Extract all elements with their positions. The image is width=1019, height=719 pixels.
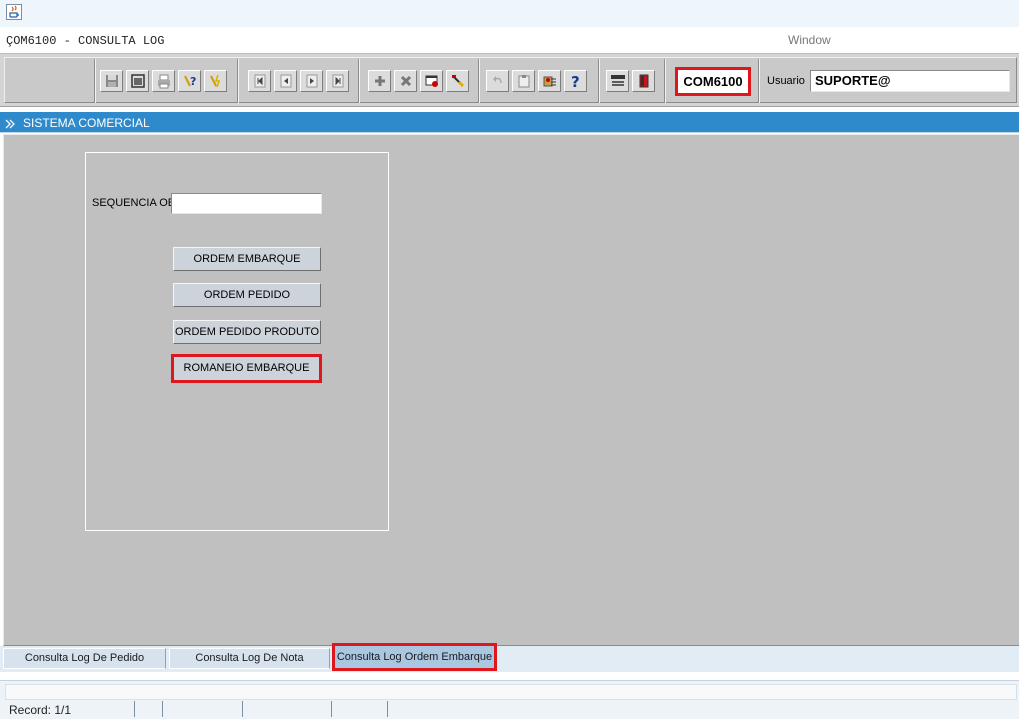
next-record-icon <box>306 74 317 88</box>
toolbar-separator <box>664 59 666 103</box>
toolbar-separator <box>598 59 600 103</box>
edit-record-icon <box>425 75 438 87</box>
previous-record-icon <box>280 74 291 88</box>
message-line <box>5 684 1017 700</box>
ordem-embarque-button[interactable]: ORDEM EMBARQUE <box>173 247 321 271</box>
delete-record-icon <box>400 75 411 87</box>
usuario-field[interactable]: SUPORTE@ <box>810 70 1010 92</box>
list-values-icon <box>543 76 556 87</box>
svg-text:?: ? <box>190 75 196 88</box>
menu-icon <box>610 75 625 86</box>
list-values-button[interactable] <box>538 70 561 92</box>
toolbar-separator <box>758 59 760 103</box>
previous-record-button[interactable] <box>274 70 297 92</box>
toolbar-separator <box>237 59 239 103</box>
tab-consulta-log-pedido[interactable]: Consulta Log De Pedido <box>3 648 166 669</box>
romaneio-embarque-button[interactable]: ROMANEIO EMBARQUE <box>171 354 322 383</box>
tab-consulta-log-ordem-embarque[interactable]: Consulta Log Ordem Embarque <box>332 643 497 671</box>
last-record-button[interactable] <box>326 70 349 92</box>
status-divider <box>134 701 135 717</box>
menu-button[interactable] <box>606 70 629 92</box>
ordem-pedido-produto-button[interactable]: ORDEM PEDIDO PRODUTO <box>173 320 321 344</box>
exit-icon <box>639 74 648 88</box>
title-bar <box>0 0 1019 27</box>
execute-query-icon <box>209 74 220 88</box>
save-button[interactable] <box>100 70 123 92</box>
first-record-button[interactable] <box>248 70 271 92</box>
form-code-field: COM6100 <box>675 67 751 96</box>
form-title: ÇOM6100 - CONSULTA LOG <box>6 34 165 48</box>
insert-record-button[interactable] <box>368 70 391 92</box>
section-header <box>0 112 1019 133</box>
save-icon <box>105 75 118 87</box>
execute-query-button[interactable] <box>204 70 227 92</box>
next-record-button[interactable] <box>300 70 323 92</box>
usuario-label: Usuario <box>767 75 805 87</box>
ordem-pedido-button[interactable]: ORDEM PEDIDO <box>173 283 321 307</box>
help-icon: ? <box>571 73 580 89</box>
toolbar-separator <box>94 59 96 103</box>
last-record-icon <box>332 74 343 88</box>
delete-record-button[interactable] <box>394 70 417 92</box>
clear-record-button[interactable] <box>446 70 469 92</box>
clipboard-button[interactable] <box>512 70 535 92</box>
section-title: SISTEMA COMERCIAL <box>23 116 150 130</box>
clear-record-icon <box>451 75 464 88</box>
insert-record-icon <box>374 76 385 86</box>
clipboard-icon <box>518 75 529 88</box>
collapse-icon[interactable] <box>5 118 15 129</box>
window-icon <box>130 74 145 88</box>
status-divider <box>242 701 243 717</box>
java-icon <box>6 4 22 20</box>
tab-consulta-log-nota[interactable]: Consulta Log De Nota <box>169 648 330 669</box>
status-divider <box>162 701 163 717</box>
sequencia-input[interactable] <box>171 193 322 214</box>
svg-text:?: ? <box>571 73 580 89</box>
sequencia-label: SEQUENCIA OE <box>92 197 176 209</box>
status-divider <box>331 701 332 717</box>
undo-icon <box>492 76 502 84</box>
exit-button[interactable] <box>632 70 655 92</box>
query-help-icon: ? <box>183 75 196 88</box>
window-button[interactable] <box>126 70 149 92</box>
help-button[interactable]: ? <box>564 70 587 92</box>
edit-record-button[interactable] <box>420 70 443 92</box>
toolbar-separator <box>478 59 480 103</box>
status-divider <box>387 701 388 717</box>
print-button[interactable] <box>152 70 175 92</box>
first-record-icon <box>254 74 265 88</box>
toolbar-separator <box>358 59 360 103</box>
query-help-button[interactable]: ? <box>178 70 201 92</box>
print-icon <box>157 74 170 89</box>
undo-button[interactable] <box>486 70 509 92</box>
record-indicator: Record: 1/1 <box>9 703 72 717</box>
menu-window[interactable]: Window <box>788 33 831 47</box>
